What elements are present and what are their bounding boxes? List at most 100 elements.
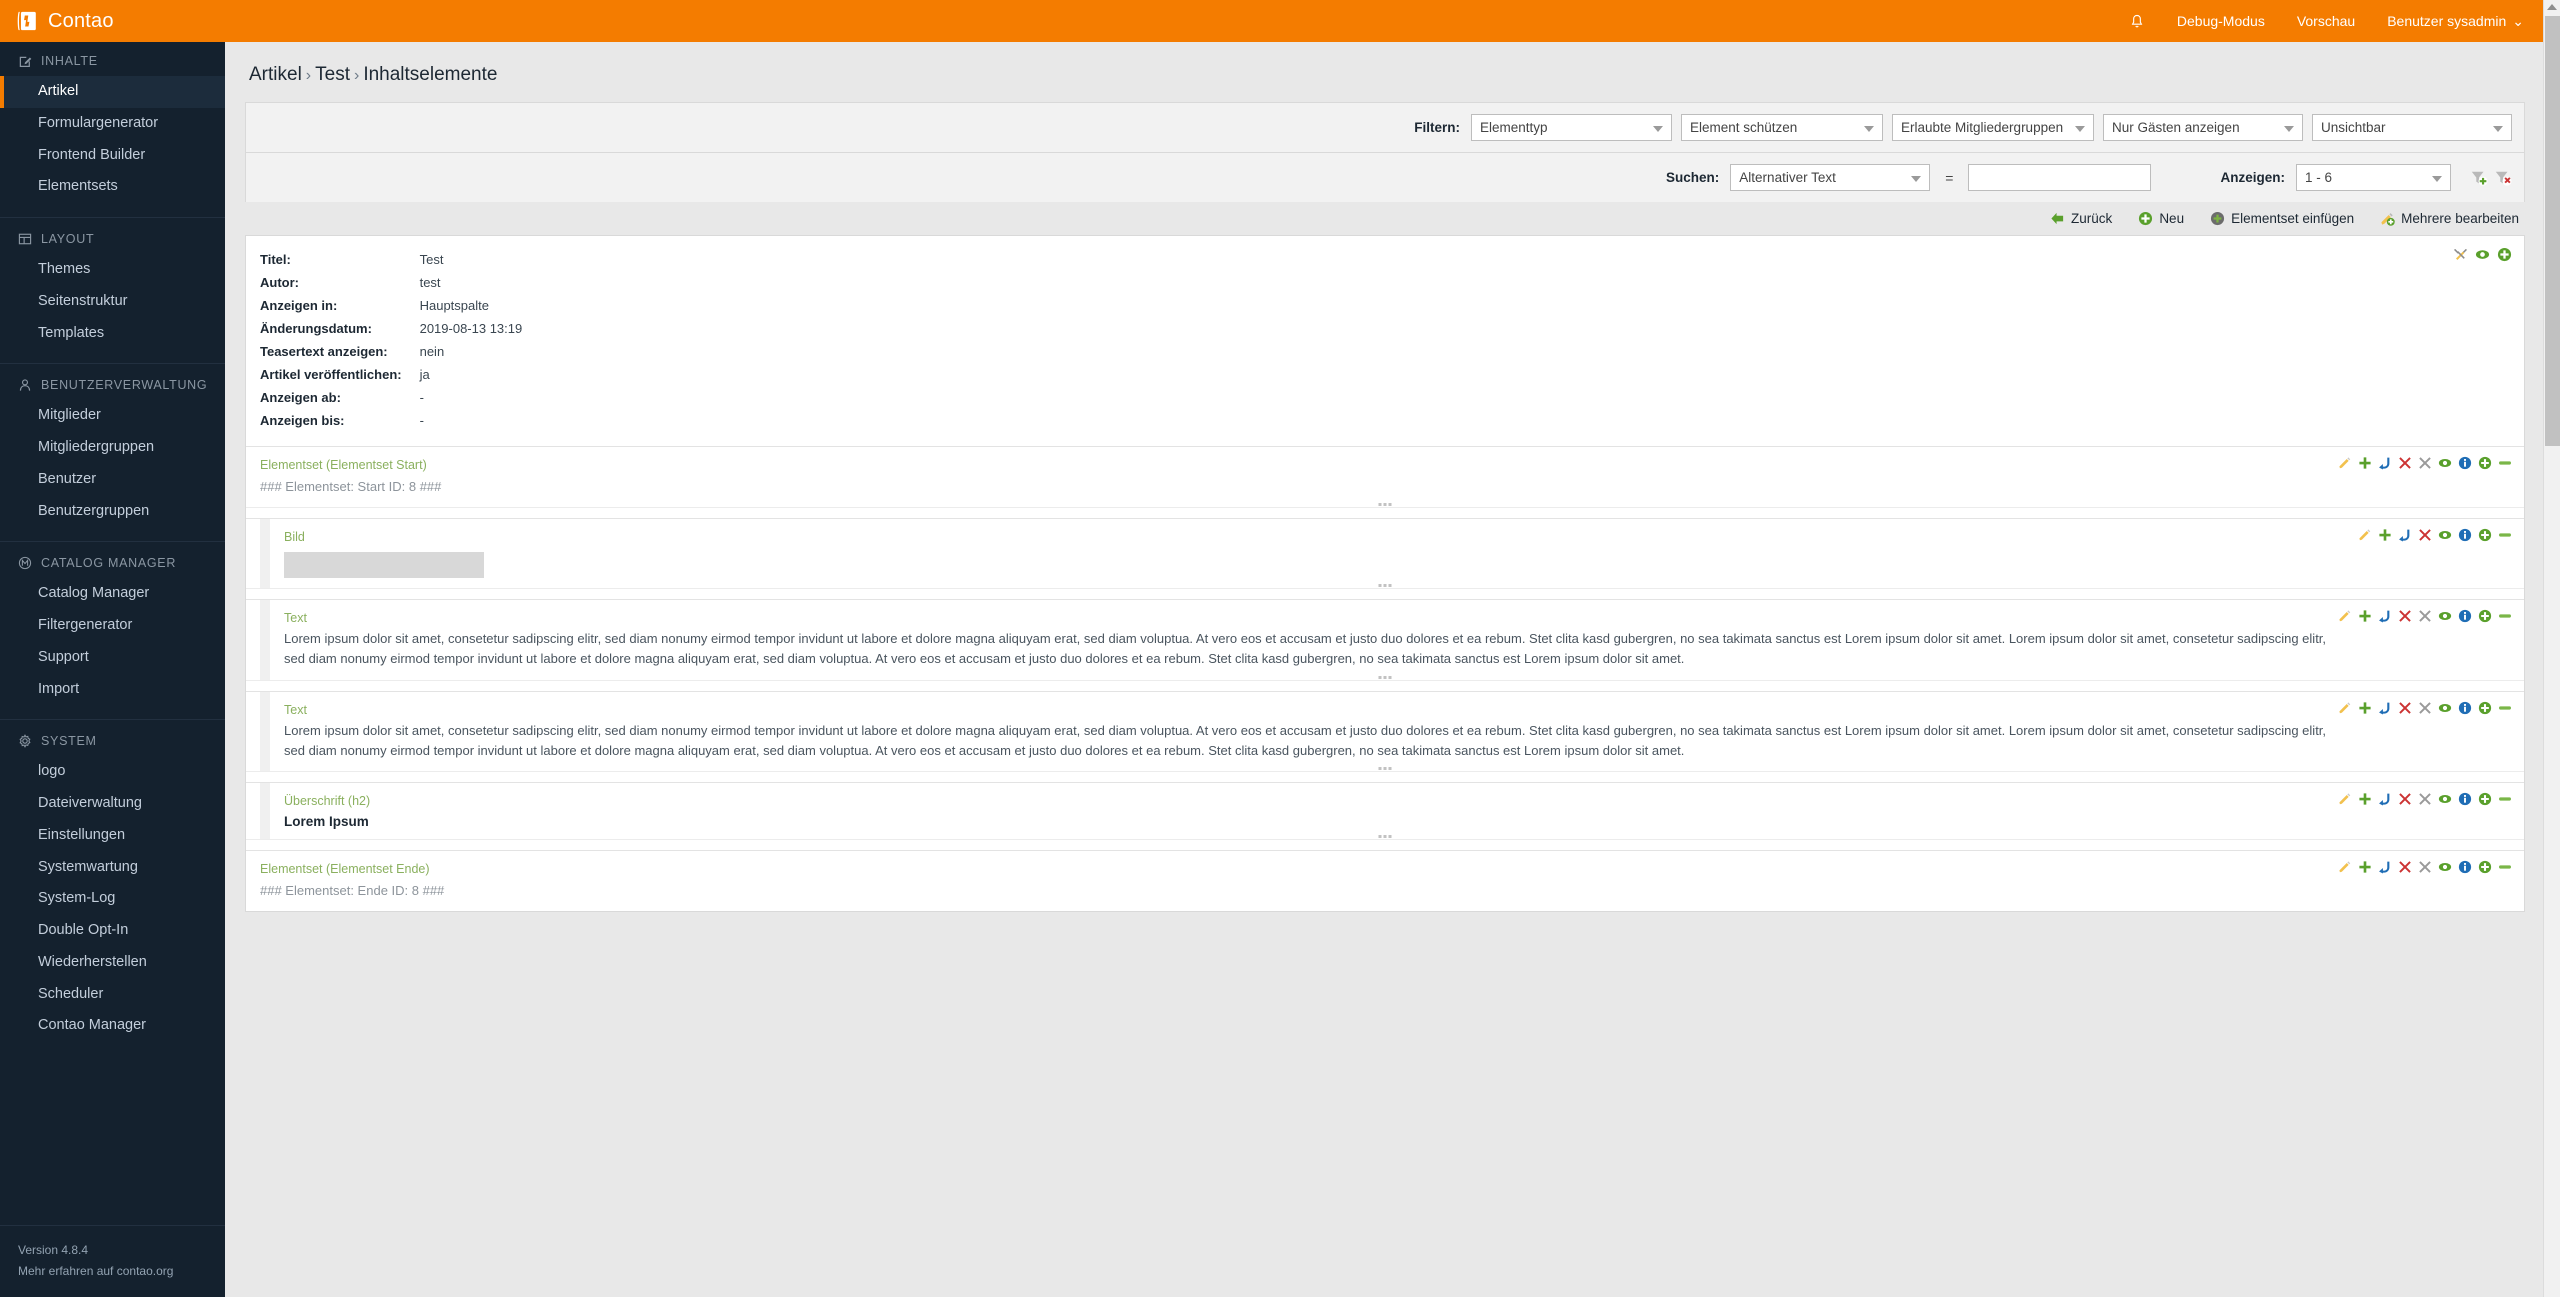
edit-icon[interactable]: [2338, 456, 2352, 470]
sidebar-item-einstellungen[interactable]: Einstellungen: [0, 820, 225, 852]
sidebar-item-formulargenerator[interactable]: Formulargenerator: [0, 108, 225, 140]
toggle-visibility-icon[interactable]: [2438, 860, 2452, 874]
filter-invisible-select[interactable]: Unsichtbar: [2312, 114, 2512, 141]
sidebar-item-mitglieder[interactable]: Mitglieder: [0, 400, 225, 432]
cut-icon[interactable]: [2378, 456, 2392, 470]
limit-select[interactable]: 1 - 6: [2296, 164, 2451, 191]
info-icon[interactable]: [2458, 609, 2472, 623]
minus-icon[interactable]: [2498, 528, 2512, 542]
minus-icon[interactable]: [2498, 701, 2512, 715]
info-icon[interactable]: [2458, 860, 2472, 874]
plus-icon[interactable]: [2358, 456, 2372, 470]
content-element-row[interactable]: Bild: [246, 518, 2524, 588]
close-icon[interactable]: [2418, 701, 2432, 715]
plus-circle-icon[interactable]: [2478, 456, 2492, 470]
info-icon[interactable]: [2458, 792, 2472, 806]
toggle-visibility-icon[interactable]: [2438, 609, 2452, 623]
plus-circle-icon[interactable]: [2478, 609, 2492, 623]
plus-circle-icon[interactable]: [2478, 792, 2492, 806]
drag-handle-separator[interactable]: [246, 588, 2524, 599]
edit-icon[interactable]: [2338, 792, 2352, 806]
toggle-visibility-icon[interactable]: [2438, 528, 2452, 542]
sidebar-item-templates[interactable]: Templates: [0, 318, 225, 350]
delete-icon[interactable]: [2398, 609, 2412, 623]
cut-icon[interactable]: [2378, 792, 2392, 806]
toggle-visibility-icon[interactable]: [2438, 456, 2452, 470]
plus-circle-icon[interactable]: [2478, 860, 2492, 874]
edit-icon[interactable]: [2338, 860, 2352, 874]
filter-add-icon[interactable]: [2470, 169, 2488, 187]
plus-circle-icon[interactable]: [2478, 528, 2492, 542]
minus-icon[interactable]: [2498, 609, 2512, 623]
sidebar-item-artikel[interactable]: Artikel: [0, 76, 225, 108]
edit-icon[interactable]: [2338, 609, 2352, 623]
cut-icon[interactable]: [2378, 860, 2392, 874]
scrollbar-up-arrow-icon[interactable]: [2547, 4, 2557, 10]
delete-icon[interactable]: [2398, 860, 2412, 874]
filter-protect-element-select[interactable]: Element schützen: [1681, 114, 1883, 141]
close-icon[interactable]: [2418, 456, 2432, 470]
insert-elementset-button[interactable]: Elementset einfügen: [2210, 211, 2354, 226]
plus-icon[interactable]: [2358, 792, 2372, 806]
edit-multiple-button[interactable]: Mehrere bearbeiten: [2380, 211, 2519, 226]
sidebar-item-catalog-manager[interactable]: Catalog Manager: [0, 578, 225, 610]
plus-icon[interactable]: [2358, 860, 2372, 874]
sidebar-item-filtergenerator[interactable]: Filtergenerator: [0, 610, 225, 642]
sidebar-item-systemwartung[interactable]: Systemwartung: [0, 852, 225, 884]
sidebar-group-header[interactable]: BENUTZERVERWALTUNG: [0, 376, 225, 400]
drag-handle-separator[interactable]: [246, 507, 2524, 518]
delete-icon[interactable]: [2418, 528, 2432, 542]
breadcrumb-item-0[interactable]: Artikel: [249, 64, 302, 85]
minus-icon[interactable]: [2498, 792, 2512, 806]
sidebar-item-benutzer[interactable]: Benutzer: [0, 464, 225, 496]
delete-icon[interactable]: [2398, 701, 2412, 715]
sidebar-group-header[interactable]: CATALOG MANAGER: [0, 554, 225, 578]
top-nav-preview[interactable]: Vorschau: [2297, 13, 2355, 29]
sidebar-item-support[interactable]: Support: [0, 642, 225, 674]
sidebar-item-mitgliedergruppen[interactable]: Mitgliedergruppen: [0, 432, 225, 464]
notification-bell-icon[interactable]: [2129, 13, 2145, 30]
tools-icon[interactable]: [2453, 247, 2468, 262]
sidebar-group-header[interactable]: SYSTEM: [0, 732, 225, 756]
filter-clear-icon[interactable]: [2494, 169, 2512, 187]
sidebar-item-import[interactable]: Import: [0, 674, 225, 706]
sidebar-item-contao-manager[interactable]: Contao Manager: [0, 1010, 225, 1042]
toggle-visibility-icon[interactable]: [2438, 701, 2452, 715]
cut-icon[interactable]: [2398, 528, 2412, 542]
cut-icon[interactable]: [2378, 701, 2392, 715]
scrollbar-thumb[interactable]: [2545, 16, 2560, 446]
info-icon[interactable]: [2458, 456, 2472, 470]
content-element-row[interactable]: TextLorem ipsum dolor sit amet, consetet…: [246, 599, 2524, 680]
minus-icon[interactable]: [2498, 456, 2512, 470]
sidebar-item-seitenstruktur[interactable]: Seitenstruktur: [0, 286, 225, 318]
sidebar-item-themes[interactable]: Themes: [0, 254, 225, 286]
plus-icon[interactable]: [2358, 609, 2372, 623]
page-scrollbar[interactable]: [2543, 0, 2560, 1297]
cut-icon[interactable]: [2378, 609, 2392, 623]
brand[interactable]: Contao: [0, 10, 225, 33]
new-button[interactable]: Neu: [2138, 211, 2184, 226]
sidebar-group-header[interactable]: INHALTE: [0, 52, 225, 76]
drag-handle-separator[interactable]: [246, 839, 2524, 850]
edit-icon[interactable]: [2338, 701, 2352, 715]
search-input[interactable]: [1968, 164, 2151, 191]
close-icon[interactable]: [2418, 792, 2432, 806]
sidebar-item-double-opt-in[interactable]: Double Opt-In: [0, 915, 225, 947]
sidebar-item-system-log[interactable]: System-Log: [0, 883, 225, 915]
toggle-visibility-icon[interactable]: [2438, 792, 2452, 806]
eye-icon[interactable]: [2475, 247, 2490, 262]
close-icon[interactable]: [2418, 609, 2432, 623]
drag-handle-separator[interactable]: [246, 771, 2524, 782]
sidebar-item-scheduler[interactable]: Scheduler: [0, 979, 225, 1011]
sidebar-item-benutzergruppen[interactable]: Benutzergruppen: [0, 496, 225, 528]
delete-icon[interactable]: [2398, 456, 2412, 470]
breadcrumb-item-1[interactable]: Test: [315, 64, 350, 85]
plus-icon[interactable]: [2378, 528, 2392, 542]
top-nav-debug-mode[interactable]: Debug-Modus: [2177, 13, 2265, 29]
drag-handle-separator[interactable]: [246, 680, 2524, 691]
info-icon[interactable]: [2458, 528, 2472, 542]
filter-guests-only-select[interactable]: Nur Gästen anzeigen: [2103, 114, 2303, 141]
sidebar-group-header[interactable]: LAYOUT: [0, 230, 225, 254]
back-button[interactable]: Zurück: [2050, 211, 2112, 226]
content-element-row[interactable]: Überschrift (h2)Lorem Ipsum: [246, 782, 2524, 839]
